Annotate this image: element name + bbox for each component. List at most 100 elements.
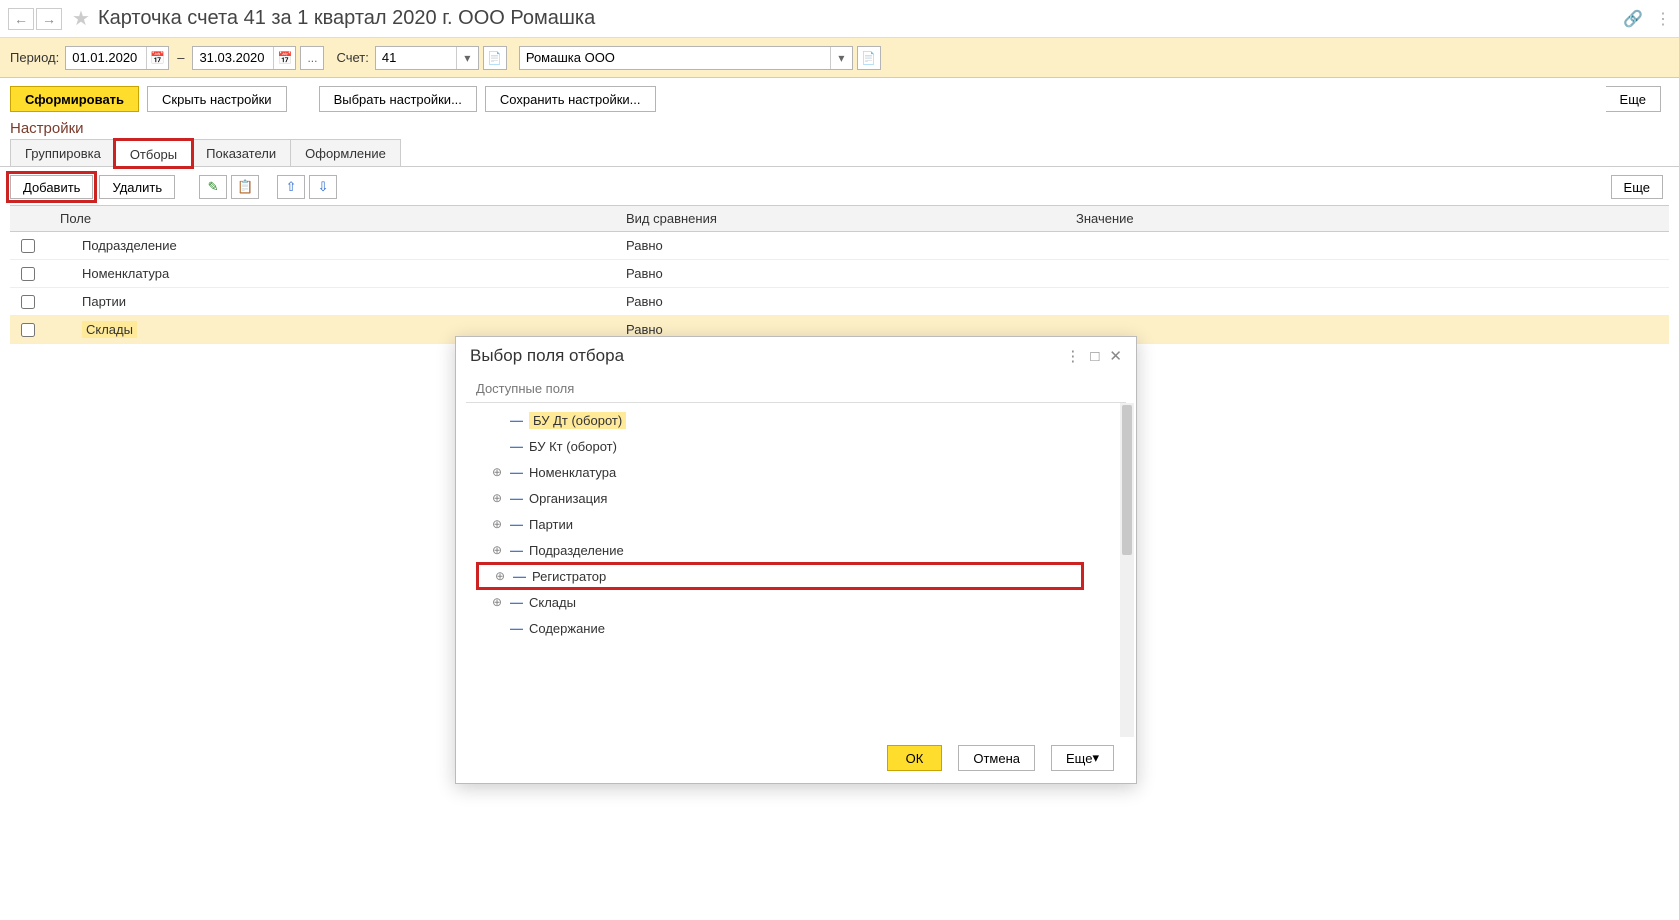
filter-bar: Период: 📅 – 📅 ... Счет: ▾ 📄 ▾ 📄 (0, 38, 1679, 78)
kebab-menu-icon[interactable]: ⋮ (1655, 9, 1671, 29)
scrollbar-thumb[interactable] (1122, 405, 1132, 555)
date-to-input[interactable] (193, 47, 273, 69)
nav-forward-button[interactable]: → (36, 8, 62, 30)
field-icon: — (513, 569, 526, 584)
hide-settings-button[interactable]: Скрыть настройки (147, 86, 287, 112)
field-icon: — (510, 543, 523, 558)
tree-item[interactable]: — БУ Дт (оборот) (476, 407, 1124, 433)
tab-format[interactable]: Оформление (290, 139, 401, 166)
cell-compare: Равно (626, 294, 1076, 309)
move-down-icon[interactable]: ⇩ (309, 175, 337, 199)
dialog-title: Выбор поля отбора (470, 346, 624, 366)
cancel-button[interactable]: Отмена (958, 745, 1035, 771)
field-icon: — (510, 621, 523, 636)
tree-item[interactable]: ⊕ — Организация (476, 485, 1124, 511)
date-dash: – (177, 50, 184, 65)
expand-icon[interactable]: ⊕ (493, 569, 507, 583)
cell-field: Склады (82, 321, 137, 338)
field-icon: — (510, 465, 523, 480)
grid-header: Поле Вид сравнения Значение (10, 206, 1669, 232)
calendar-icon[interactable]: 📅 (146, 47, 168, 69)
copy-icon[interactable]: 📋 (231, 175, 259, 199)
tree-item-label: Подразделение (529, 543, 624, 558)
main-toolbar: Сформировать Скрыть настройки Выбрать на… (0, 78, 1679, 116)
ok-button[interactable]: ОК (887, 745, 943, 771)
grid-toolbar: Добавить Удалить ✎ 📋 ⇧ ⇩ Еще (0, 167, 1679, 205)
table-row[interactable]: Партии Равно (10, 288, 1669, 316)
dropdown-icon[interactable]: ▾ (456, 47, 478, 69)
tree-item[interactable]: ⊕ — Регистратор (476, 562, 1084, 590)
nav-back-button[interactable]: ← (8, 8, 34, 30)
favorite-star-icon[interactable]: ★ (72, 6, 90, 31)
expand-icon[interactable]: ⊕ (490, 595, 504, 609)
row-checkbox[interactable] (21, 295, 35, 309)
scrollbar[interactable] (1120, 403, 1134, 737)
available-fields-label: Доступные поля (466, 375, 1126, 403)
tree-item[interactable]: ⊕ — Номенклатура (476, 459, 1124, 485)
titlebar: ← → ★ Карточка счета 41 за 1 квартал 202… (0, 0, 1679, 38)
tree-item[interactable]: ⊕ — Партии (476, 511, 1124, 537)
row-checkbox[interactable] (21, 323, 35, 337)
field-icon: — (510, 413, 523, 428)
cell-compare: Равно (626, 322, 1076, 337)
dialog-maximize-icon[interactable]: □ (1090, 348, 1099, 365)
dialog-more-button[interactable]: Еще (1051, 745, 1114, 771)
calendar-icon[interactable]: 📅 (273, 47, 295, 69)
tree-item[interactable]: ⊕ — Склады (476, 589, 1124, 615)
period-picker-button[interactable]: ... (300, 46, 324, 70)
field-icon: — (510, 491, 523, 506)
save-settings-button[interactable]: Сохранить настройки... (485, 86, 656, 112)
form-button[interactable]: Сформировать (10, 86, 139, 112)
period-label: Период: (10, 50, 59, 65)
link-icon[interactable]: 🔗 (1623, 9, 1643, 29)
tab-indicators[interactable]: Показатели (191, 139, 291, 166)
table-row[interactable]: Номенклатура Равно (10, 260, 1669, 288)
field-icon: — (510, 517, 523, 532)
tree-item-label: Номенклатура (529, 465, 616, 480)
tree-item-label: Организация (529, 491, 607, 506)
grid-more-button[interactable]: Еще (1611, 175, 1663, 199)
account-open-button[interactable]: 📄 (483, 46, 507, 70)
organization-open-button[interactable]: 📄 (857, 46, 881, 70)
dialog-menu-icon[interactable]: ⋮ (1065, 347, 1080, 365)
cell-field: Партии (46, 294, 626, 309)
tree-item-label: Склады (529, 595, 576, 610)
expand-icon[interactable]: ⊕ (490, 543, 504, 557)
tab-filters[interactable]: Отборы (115, 140, 192, 167)
tree-item[interactable]: —БУ Кт (оборот) (476, 433, 1124, 459)
col-compare-header[interactable]: Вид сравнения (626, 211, 1076, 226)
add-button[interactable]: Добавить (10, 175, 93, 199)
date-from-input[interactable] (66, 47, 146, 69)
row-checkbox[interactable] (21, 267, 35, 281)
account-label: Счет: (336, 50, 368, 65)
tab-grouping[interactable]: Группировка (10, 139, 116, 166)
account-input[interactable] (376, 47, 456, 69)
col-value-header[interactable]: Значение (1076, 211, 1669, 226)
tree-item-label: БУ Кт (оборот) (529, 439, 617, 454)
move-up-icon[interactable]: ⇧ (277, 175, 305, 199)
settings-heading: Настройки (0, 116, 1679, 139)
expand-icon[interactable]: ⊕ (490, 491, 504, 505)
expand-icon[interactable]: ⊕ (490, 517, 504, 531)
field-selection-dialog: Выбор поля отбора ⋮ □ ✕ Доступные поля —… (455, 336, 1137, 784)
tree-item[interactable]: —Содержание (476, 615, 1124, 641)
page-title: Карточка счета 41 за 1 квартал 2020 г. О… (98, 7, 595, 30)
toolbar-more-button[interactable]: Еще (1606, 86, 1661, 112)
tree-item-label: БУ Дт (оборот) (529, 412, 626, 429)
tree-item-label: Регистратор (532, 569, 606, 584)
settings-tabs: Группировка Отборы Показатели Оформление (0, 139, 1679, 167)
tree-item[interactable]: ⊕ — Подразделение (476, 537, 1124, 563)
expand-icon[interactable]: ⊕ (490, 465, 504, 479)
tree-item-label: Партии (529, 517, 573, 532)
filter-grid: Поле Вид сравнения Значение Подразделени… (10, 205, 1669, 344)
organization-input[interactable] (520, 47, 830, 69)
edit-icon[interactable]: ✎ (199, 175, 227, 199)
dropdown-icon[interactable]: ▾ (830, 47, 852, 69)
row-checkbox[interactable] (21, 239, 35, 253)
close-icon[interactable]: ✕ (1109, 347, 1122, 365)
choose-settings-button[interactable]: Выбрать настройки... (319, 86, 477, 112)
table-row[interactable]: Подразделение Равно (10, 232, 1669, 260)
delete-button[interactable]: Удалить (99, 175, 175, 199)
col-field-header[interactable]: Поле (46, 211, 626, 226)
field-icon: — (510, 595, 523, 610)
